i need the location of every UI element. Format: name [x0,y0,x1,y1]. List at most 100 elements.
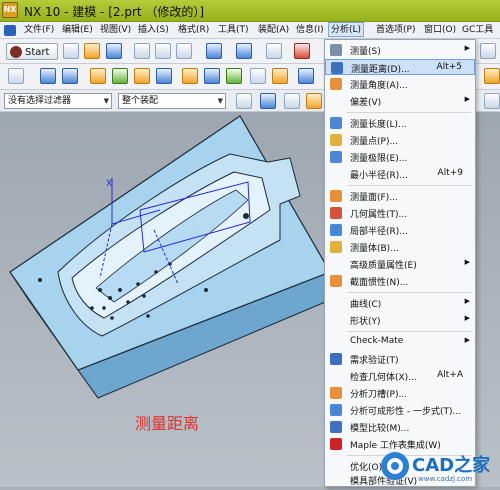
selection-scope-select[interactable]: 整个装配 ▼ [118,93,226,109]
chevron-right-icon: ▶ [464,297,470,305]
sketch-icon[interactable] [8,68,24,84]
chevron-right-icon: ▶ [464,44,470,52]
toolbar-settings-icon[interactable] [480,43,496,59]
menu-separator [347,331,471,332]
menu-separator [347,112,471,113]
menu-item-measure-distance[interactable]: 测量距离(D)... Alt+5 [325,59,475,75]
callout-label: 测量距离 [135,414,200,433]
chevron-down-icon: ▼ [217,97,223,105]
shell-icon[interactable] [226,68,242,84]
hole-icon[interactable] [134,68,150,84]
chevron-down-icon: ▼ [103,97,109,105]
menu-item-local-radius[interactable]: 局部半径(R)... [325,222,475,238]
menu-format[interactable]: 格式(R) [176,23,211,38]
title-bar: NX NX 10 - 建模 - [2.prt （修改的）] [0,0,500,22]
measure-distance-icon [331,62,343,74]
menu-item-measure-angle[interactable]: 测量角度(A)... [325,76,475,92]
redo-icon[interactable] [236,43,252,59]
menu-item-measure-point[interactable]: 测量点(P)... [325,132,475,148]
chevron-right-icon: ▶ [464,336,470,344]
snap-point-icon[interactable] [260,93,276,109]
snap-midpoint-icon[interactable] [306,93,322,109]
menu-preferences[interactable]: 首选项(P) [374,23,417,38]
menu-window[interactable]: 窗口(O) [422,23,458,38]
measure-body-icon [330,241,342,253]
menu-item-requirements-validation[interactable]: 需求验证(T) [325,351,475,367]
menu-item-examine-geometry[interactable]: 检查几何体(X)... Alt+A [325,368,475,384]
datum-plane-icon[interactable] [250,68,266,84]
menu-gc-toolbox[interactable]: GC工具箱 [460,23,500,50]
menu-bar: 文件(F) 编辑(E) 视图(V) 插入(S) 格式(R) 工具(T) 装配(A… [0,22,500,50]
menu-item-measure[interactable]: 测量(S) ▶ [325,42,475,58]
menu-item-shape[interactable]: 形状(Y) ▶ [325,312,475,328]
delete-icon[interactable] [294,43,310,59]
chevron-right-icon: ▶ [464,95,470,103]
menu-edit[interactable]: 编辑(E) [60,23,95,38]
cut-icon[interactable] [134,43,150,59]
menu-separator [347,292,471,293]
menu-item-minimum-radius[interactable]: 最小半径(R)... Alt+9 [325,166,475,182]
menu-item-analyze-pocket[interactable]: 分析刀槽(P)... [325,385,475,401]
start-button[interactable]: Start [6,43,58,60]
triad-x-label: X [106,179,112,189]
menu-info[interactable]: 信息(I) [294,23,326,38]
menu-item-measure-extreme[interactable]: 测量极限(E)... [325,149,475,165]
block-icon[interactable] [90,68,106,84]
menu-file[interactable]: 文件(F) [22,23,56,38]
requirements-icon [330,353,342,365]
cylinder-icon[interactable] [112,68,128,84]
boolean-unite-icon[interactable] [156,68,172,84]
paste-icon[interactable] [176,43,192,59]
menu-item-model-compare[interactable]: 模型比较(M)... [325,419,475,435]
local-radius-icon [330,224,342,236]
pattern-icon[interactable] [272,68,288,84]
undo-icon[interactable] [206,43,222,59]
edge-blend-icon[interactable] [182,68,198,84]
save-icon[interactable] [106,43,122,59]
cadzj-watermark: CAD之家 www.cadzj.com [378,443,498,487]
surface-icon[interactable] [484,68,500,84]
model-compare-icon [330,421,342,433]
revolve-icon[interactable] [62,68,78,84]
new-file-icon[interactable] [63,43,79,59]
menu-item-deviation[interactable]: 偏差(V) ▶ [325,93,475,109]
window-title: NX 10 - 建模 - [2.prt （修改的）] [24,5,205,19]
menu-separator [347,185,471,186]
measure-angle-icon [330,78,342,90]
geometry-properties-icon [330,207,342,219]
chevron-right-icon: ▶ [464,258,470,266]
type-filter-select[interactable]: 没有选择过滤器 ▼ [4,93,112,109]
menu-item-measure-length[interactable]: 测量长度(L)... [325,115,475,131]
curve-icon[interactable] [484,93,500,109]
repeat-command-icon[interactable] [266,43,282,59]
app-menu-icon[interactable] [4,25,16,36]
menu-assembly[interactable]: 装配(A) [256,23,291,38]
maple-icon [330,438,342,450]
copy-icon[interactable] [155,43,171,59]
menu-item-check-mate[interactable]: Check-Mate ▶ [325,334,475,350]
menu-insert[interactable]: 插入(S) [136,23,171,38]
mirror-icon[interactable] [298,68,314,84]
menu-item-curve[interactable]: 曲线(C) ▶ [325,295,475,311]
cadzj-logo-icon [381,452,409,480]
measure-icon [330,44,342,56]
menu-item-section-inertia[interactable]: 截面惯性(N)... [325,273,475,289]
measure-point-icon [330,134,342,146]
menu-item-measure-face[interactable]: 测量面(F)... [325,188,475,204]
chamfer-icon[interactable] [204,68,220,84]
menu-item-measure-body[interactable]: 测量体(B)... [325,239,475,255]
menu-item-advanced-mass-properties[interactable]: 高级质量属性(E) ▶ [325,256,475,272]
menu-analysis[interactable]: 分析(L) [328,22,365,37]
open-folder-icon[interactable] [84,43,100,59]
menu-view[interactable]: 视图(V) [98,23,133,38]
menu-item-geometry-properties[interactable]: 几何属性(T)... [325,205,475,221]
measure-length-icon [330,117,342,129]
menu-item-formability[interactable]: 分析可成形性 - 一步式(T)... [325,402,475,418]
snap-endpoint-icon[interactable] [284,93,300,109]
menu-tools[interactable]: 工具(T) [216,23,251,38]
extrude-icon[interactable] [40,68,56,84]
select-all-icon[interactable] [236,93,252,109]
start-icon [10,46,22,58]
formability-icon [330,404,342,416]
analyze-pocket-icon [330,387,342,399]
